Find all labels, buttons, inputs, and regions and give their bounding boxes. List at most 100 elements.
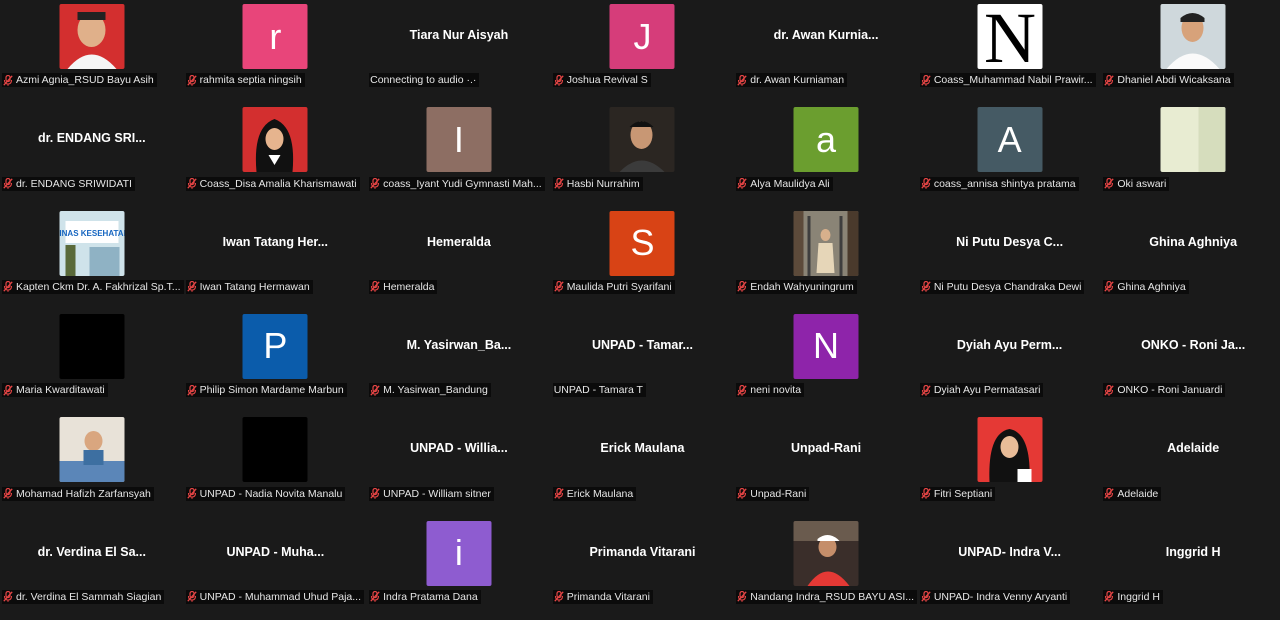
participant-name: Coass_Disa Amalia Kharismawati	[199, 177, 357, 190]
participant-label: Indra Pratama Dana	[369, 589, 481, 604]
participant-label: rahmita septia ningsih	[185, 73, 305, 88]
participant-name: Maulida Putri Syarifani	[566, 280, 672, 293]
participant-photo	[977, 417, 1043, 483]
participant-tile[interactable]: Mohamad Hafizh Zarfansyah	[0, 413, 184, 517]
muted-mic-icon	[3, 178, 13, 189]
participant-tile[interactable]: Adelaide Adelaide	[1101, 413, 1280, 517]
participant-tile[interactable]: ONKO - Roni Ja... ONKO - Roni Januardi	[1101, 309, 1280, 414]
participant-label: ONKO - Roni Januardi	[1103, 383, 1226, 398]
participant-tile[interactable]: P Philip Simon Mardame Marbun	[183, 309, 368, 414]
participant-label: Connecting to audio ·.·	[369, 73, 480, 88]
muted-mic-icon	[3, 488, 13, 499]
participant-name: M. Yasirwan_Bandung	[383, 384, 488, 397]
participant-name: Azmi Agnia_RSUD Bayu Asih	[16, 74, 154, 87]
participant-tile[interactable]: UNPAD- Indra V... UNPAD- Indra Venny Arya…	[917, 516, 1102, 620]
participant-display-name: Inggrid H	[1165, 544, 1221, 559]
participant-tile[interactable]: Maria Kwarditawati	[0, 309, 184, 414]
muted-mic-icon	[921, 281, 931, 293]
participant-grid: Azmi Agnia_RSUD Bayu Asih r rahmita septia…	[0, 0, 1280, 620]
participant-tile[interactable]: Icoass_Iyant Yudi Gymnasti Mah...	[367, 103, 551, 207]
participant-name: Coass_Muhammad Nabil Prawir...	[933, 74, 1093, 87]
participant-tile[interactable]: Azmi Agnia_RSUD Bayu Asih	[0, 0, 184, 104]
participant-tile[interactable]: Endah Wahyuningrum	[734, 206, 918, 310]
participant-tile[interactable]: Dyiah Ayu Perm... Dyiah Ayu Permatasari	[917, 309, 1102, 414]
muted-mic-icon	[554, 591, 564, 603]
participant-name: dr. Verdina El Sammah Siagian	[16, 590, 162, 603]
participant-tile[interactable]: UNPAD - Nadia Novita Manalu	[183, 413, 368, 517]
muted-mic-icon	[3, 591, 13, 603]
participant-name: dr. Awan Kurniaman	[750, 74, 845, 87]
participant-avatar: N	[793, 313, 859, 379]
participant-photo: N	[977, 4, 1043, 69]
participant-tile[interactable]: UNPAD - Willia... UNPAD - William sitner	[367, 413, 551, 517]
participant-tile[interactable]: i Indra Pratama Dana	[367, 516, 551, 620]
participant-avatar: r	[242, 4, 308, 69]
participant-display-name: dr. ENDANG SRI...	[37, 131, 146, 146]
participant-tile[interactable]: S Maulida Putri Syarifani	[550, 206, 735, 310]
participant-tile[interactable]: dr. Awan Kurnia... dr. Awan Kurniaman	[734, 0, 918, 104]
participant-tile[interactable]: Fitri Septiani	[917, 413, 1102, 517]
participant-tile[interactable]: Hasbi Nurrahim	[550, 103, 735, 207]
participant-tile[interactable]: dr. Verdina El Sa... dr. Verdina El Samma…	[0, 516, 184, 620]
svg-text:DINAS KESEHATAN: DINAS KESEHATAN	[59, 229, 124, 238]
participant-label: dr. Verdina El Sammah Siagian	[2, 589, 165, 604]
participant-tile[interactable]: Unpad-Rani Unpad-Rani	[734, 413, 918, 517]
participant-display-name: UNPAD - Muha...	[226, 544, 325, 559]
participant-tile[interactable]: J Joshua Revival S	[550, 0, 735, 104]
muted-mic-icon	[1104, 178, 1115, 189]
participant-display-name: Erick Maulana	[600, 441, 685, 456]
participant-label: Mohamad Hafizh Zarfansyah	[2, 486, 154, 501]
participant-name: UNPAD - William sitner	[383, 487, 491, 500]
participant-tile[interactable]: Tiara Nur Aisyah Connecting to audio ·.·	[367, 0, 551, 104]
participant-tile[interactable]: Primanda Vitarani Primanda Vitarani	[550, 516, 735, 620]
participant-name: Hasbi Nurrahim	[566, 177, 640, 190]
participant-tile[interactable]: Acoass_annisa shintya pratama	[917, 103, 1102, 207]
participant-name: Dhaniel Abdi Wicaksana	[1117, 74, 1231, 87]
muted-mic-icon	[737, 74, 747, 86]
participant-name: UNPAD - Tamara T	[553, 384, 643, 397]
participant-tile[interactable]: Iwan Tatang Her... Iwan Tatang Hermawan	[183, 206, 368, 310]
participant-name: Adelaide	[1117, 487, 1159, 500]
participant-tile[interactable]: Erick Maulana Erick Maulana	[550, 413, 735, 517]
participant-tile[interactable]: Ni Putu Desya C... Ni Putu Desya Chandrak…	[917, 206, 1102, 310]
participant-display-name: Adelaide	[1167, 441, 1220, 456]
participant-tile[interactable]: Oki aswari	[1101, 103, 1280, 207]
participant-tile[interactable]: Hemeralda Hemeralda	[367, 206, 551, 310]
participant-tile[interactable]: DINAS KESEHATAN Kapten Ckm Dr. A. Fakhriz…	[0, 206, 184, 310]
participant-tile[interactable]: UNPAD - Tamar... UNPAD - Tamara T	[550, 309, 735, 414]
muted-mic-icon	[186, 591, 197, 603]
muted-mic-icon	[921, 74, 931, 86]
participant-label: UNPAD - Nadia Novita Manalu	[185, 486, 346, 501]
participant-tile[interactable]: Dhaniel Abdi Wicaksana	[1101, 0, 1280, 104]
muted-mic-icon	[554, 488, 564, 499]
participant-label: Philip Simon Mardame Marbun	[185, 383, 347, 398]
participant-tile[interactable]: dr. ENDANG SRI... dr. ENDANG SRIWIDATI	[0, 103, 184, 207]
muted-mic-icon	[370, 591, 380, 603]
participant-label: Ni Putu Desya Chandraka Dewi	[919, 279, 1085, 294]
participant-label: Ghina Aghniya	[1103, 279, 1189, 294]
participant-label: Dyiah Ayu Permatasari	[919, 383, 1044, 398]
muted-mic-icon	[921, 178, 931, 189]
muted-mic-icon	[1104, 74, 1115, 86]
participant-label: Dhaniel Abdi Wicaksana	[1103, 73, 1234, 88]
participant-tile[interactable]: UNPAD - Muha... UNPAD - Muhammad Uhud Paj…	[183, 516, 368, 620]
participant-tile[interactable]: Ghina Aghniya Ghina Aghniya	[1101, 206, 1280, 310]
participant-tile[interactable]: N Coass_Muhammad Nabil Prawir...	[917, 0, 1102, 104]
participant-tile[interactable]: a Alya Maulidya Ali	[734, 103, 918, 207]
participant-tile[interactable]: Inggrid H Inggrid H	[1101, 516, 1280, 620]
participant-tile[interactable]: M. Yasirwan_Ba... M. Yasirwan_Bandung	[367, 309, 551, 414]
muted-mic-icon	[921, 384, 931, 396]
participant-name: UNPAD - Nadia Novita Manalu	[199, 487, 343, 500]
participant-label: Nandang Indra_RSUD BAYU ASI...	[736, 589, 918, 604]
participant-display-name: Iwan Tatang Her...	[222, 234, 329, 249]
participant-tile[interactable]: Coass_Disa Amalia Kharismawati	[183, 103, 368, 207]
participant-label: dr. ENDANG SRIWIDATI	[2, 176, 135, 191]
muted-mic-icon	[921, 488, 931, 499]
muted-mic-icon	[1104, 281, 1115, 293]
participant-tile[interactable]: Nneni novita	[734, 309, 918, 414]
participant-label: Primanda Vitarani	[552, 589, 653, 604]
participant-tile[interactable]: r rahmita septia ningsih	[183, 0, 368, 104]
participant-label: Hasbi Nurrahim	[552, 176, 643, 191]
muted-mic-icon	[1104, 488, 1115, 499]
participant-tile[interactable]: Nandang Indra_RSUD BAYU ASI...	[734, 516, 918, 620]
